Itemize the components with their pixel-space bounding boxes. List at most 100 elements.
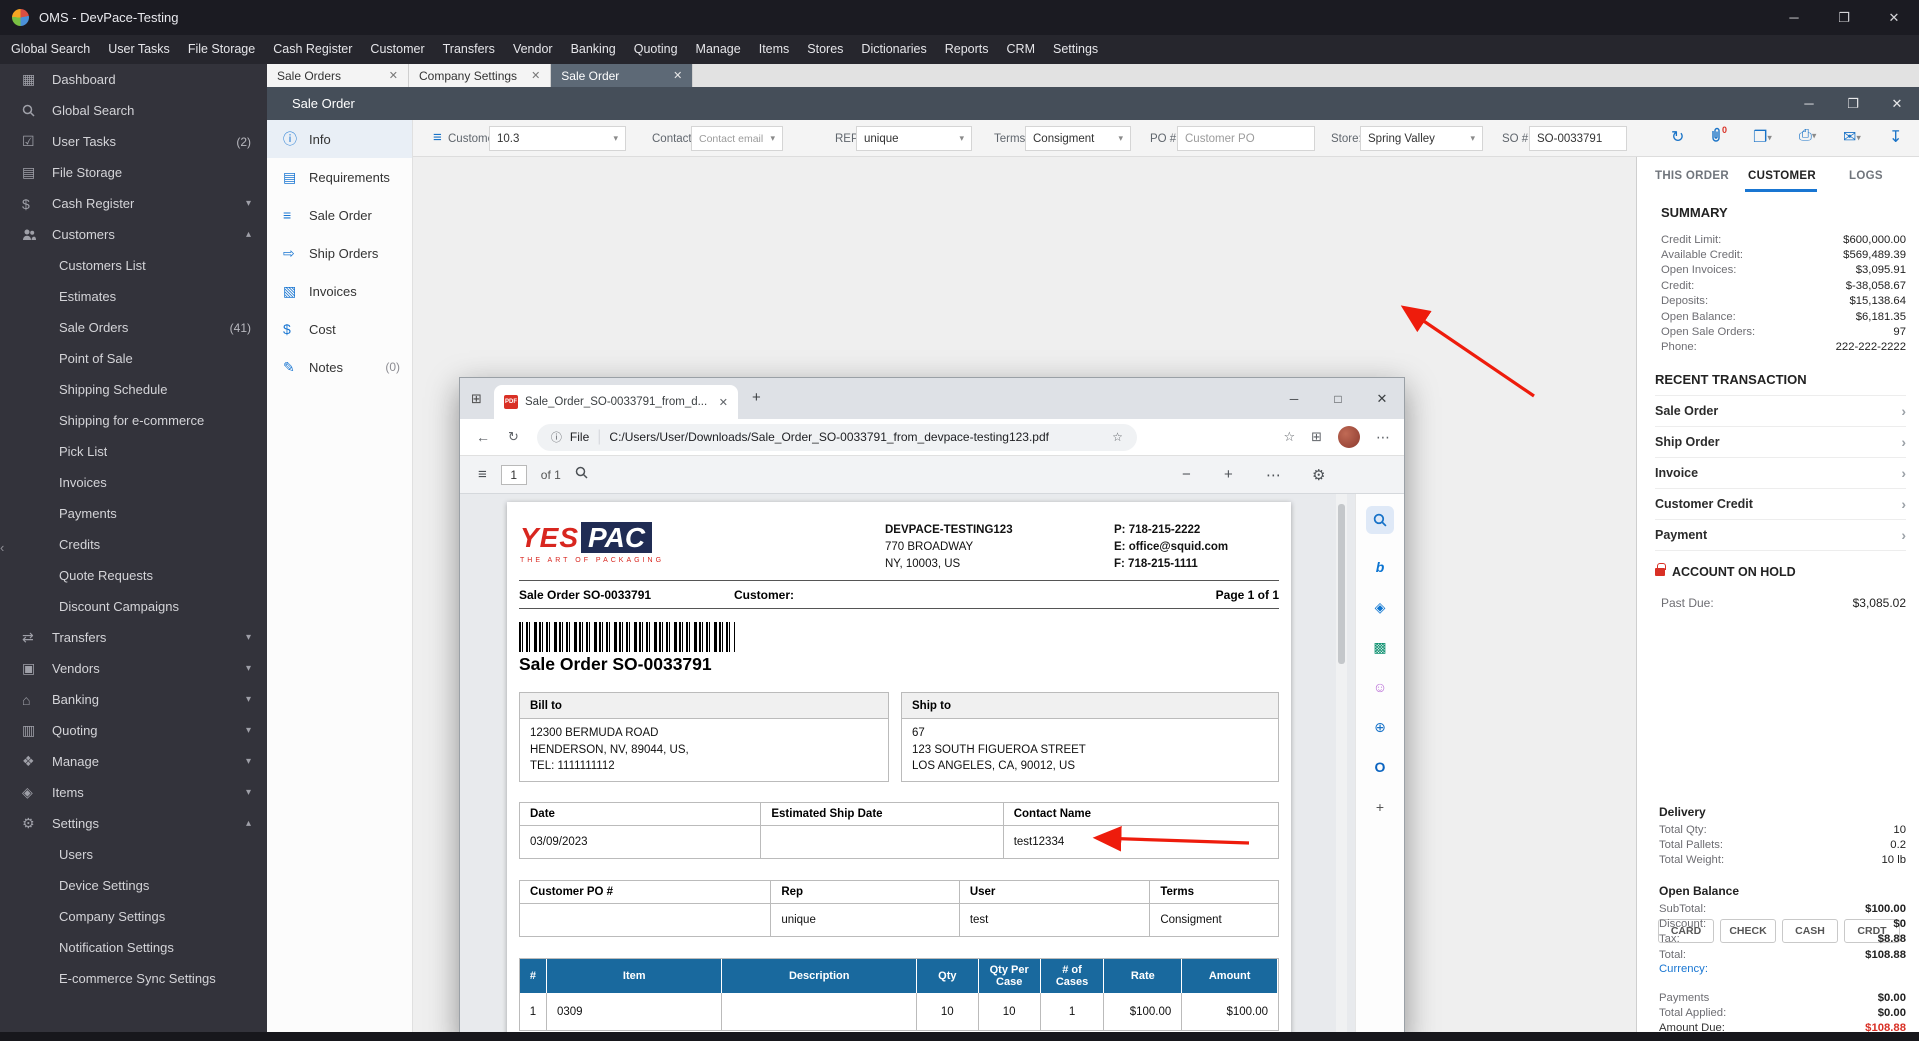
maximize-icon[interactable]: □	[1316, 378, 1360, 419]
contact-select[interactable]: Contact email ▾	[691, 126, 783, 151]
globe-icon[interactable]: ⊕	[1374, 720, 1386, 734]
sidebar-subitem[interactable]: Company Settings	[0, 901, 267, 932]
print-icon[interactable]: ⎙▾	[1799, 127, 1816, 145]
recent-transaction-row[interactable]: Payment ›	[1655, 520, 1906, 551]
nav-item-ship-orders[interactable]: ⇨ Ship Orders	[267, 234, 412, 272]
email-icon[interactable]: ✉▾	[1843, 127, 1861, 147]
so-number-input[interactable]: SO-0033791	[1529, 126, 1627, 151]
bing-icon[interactable]: b	[1376, 560, 1385, 574]
restore-icon[interactable]: ❐	[1831, 87, 1875, 120]
copy-icon[interactable]: ❐▾	[1753, 127, 1772, 147]
tab-sale-orders[interactable]: Sale Orders ✕	[267, 64, 409, 87]
menu-item[interactable]: Transfers	[434, 35, 504, 64]
recent-transaction-row[interactable]: Ship Order ›	[1655, 427, 1906, 458]
pdf-scrollbar-thumb[interactable]	[1338, 504, 1345, 664]
sidebar-item-cash-register[interactable]: $ Cash Register ▾	[0, 188, 267, 219]
recent-transaction-row[interactable]: Sale Order ›	[1655, 396, 1906, 427]
form-icon[interactable]: ≡	[433, 129, 442, 146]
favorites-icon[interactable]: ☆	[1283, 429, 1295, 445]
sidebar-item-file-storage[interactable]: ▤ File Storage	[0, 157, 267, 188]
rep-select[interactable]: unique ▾	[856, 126, 972, 151]
menu-item[interactable]: Customer	[361, 35, 433, 64]
terms-select[interactable]: Consigment ▾	[1025, 126, 1131, 151]
refresh-icon[interactable]: ↻	[508, 429, 519, 445]
store-select[interactable]: Spring Valley ▾	[1360, 126, 1483, 151]
tab-sale-order[interactable]: Sale Order ✕	[551, 64, 694, 87]
sidebar-item-vendors[interactable]: ▣ Vendors ▾	[0, 653, 267, 684]
page-info-icon[interactable]: ⓘ	[551, 429, 562, 445]
sidebar-subitem[interactable]: Shipping Schedule	[0, 374, 267, 405]
restore-icon[interactable]: ❐	[1819, 0, 1869, 35]
menu-item[interactable]: Reports	[936, 35, 998, 64]
sidebar-item-banking[interactable]: ⌂ Banking ▾	[0, 684, 267, 715]
sidebar-subitem[interactable]: Notification Settings	[0, 932, 267, 963]
close-icon[interactable]: ✕	[719, 396, 728, 409]
sidebar-subitem[interactable]: Pick List	[0, 436, 267, 467]
tab-logs[interactable]: LOGS	[1849, 170, 1883, 182]
customer-select[interactable]: 10.3 ▾	[489, 126, 626, 151]
sidebar-subitem[interactable]: Sale Orders (41)	[0, 312, 267, 343]
sidebar-item-quoting[interactable]: ▥ Quoting ▾	[0, 715, 267, 746]
more-options-icon[interactable]: ⋯	[1266, 466, 1281, 484]
sidebar-collapse-icon[interactable]: ‹	[0, 540, 4, 555]
sidebar-subitem[interactable]: Customers List	[0, 250, 267, 281]
menu-item[interactable]: Settings	[1044, 35, 1107, 64]
menu-item[interactable]: File Storage	[179, 35, 264, 64]
sidebar-subitem[interactable]: Invoices	[0, 467, 267, 498]
close-icon[interactable]: ✕	[1360, 378, 1404, 419]
sidebar-subitem[interactable]: Quote Requests	[0, 560, 267, 591]
menu-item[interactable]: User Tasks	[99, 35, 179, 64]
toc-icon[interactable]: ≡	[478, 466, 487, 483]
outlook-icon[interactable]: O	[1375, 760, 1386, 774]
zoom-out-icon[interactable]: −	[1182, 466, 1191, 483]
sidebar-item-global-search[interactable]: Global Search	[0, 95, 267, 126]
menu-item[interactable]: Stores	[798, 35, 852, 64]
recent-transaction-row[interactable]: Customer Credit ›	[1655, 489, 1906, 520]
tab-this-order[interactable]: THIS ORDER	[1655, 170, 1729, 182]
close-icon[interactable]: ✕	[673, 69, 682, 82]
add-icon[interactable]: +	[1376, 800, 1384, 814]
nav-item-sale-order[interactable]: ≡ Sale Order	[267, 196, 412, 234]
menu-item[interactable]: Dictionaries	[852, 35, 935, 64]
menu-item[interactable]: Quoting	[625, 35, 687, 64]
refresh-icon[interactable]: ↻	[1671, 127, 1684, 147]
recent-transaction-row[interactable]: Invoice ›	[1655, 458, 1906, 489]
sidebar-item-items[interactable]: ◈ Items ▾	[0, 777, 267, 808]
new-tab-icon[interactable]: +	[752, 389, 761, 406]
customer-po-input[interactable]: Customer PO	[1177, 126, 1315, 151]
export-icon[interactable]: ↧	[1889, 127, 1902, 147]
sidebar-subitem[interactable]: Payments	[0, 498, 267, 529]
close-icon[interactable]: ✕	[1875, 87, 1919, 120]
menu-item[interactable]: Global Search	[2, 35, 99, 64]
zoom-in-icon[interactable]: +	[1224, 466, 1233, 483]
browser-tab[interactable]: PDF Sale_Order_SO-0033791_from_d... ✕	[494, 385, 738, 419]
nav-item-requirements[interactable]: ▤ Requirements	[267, 158, 412, 196]
close-icon[interactable]: ✕	[1869, 0, 1919, 35]
minimize-icon[interactable]: ─	[1769, 0, 1819, 35]
sidebar-item-transfers[interactable]: ⇄ Transfers ▾	[0, 622, 267, 653]
minimize-icon[interactable]: ─	[1787, 87, 1831, 120]
nav-item-notes[interactable]: ✎ Notes (0)	[267, 348, 412, 386]
menu-item[interactable]: Items	[750, 35, 799, 64]
more-options-icon[interactable]: ⋯	[1376, 429, 1390, 446]
collections-icon[interactable]: ⊞	[1311, 429, 1322, 445]
menu-item[interactable]: CRM	[998, 35, 1044, 64]
nav-item-cost[interactable]: $ Cost	[267, 310, 412, 348]
nav-item-info[interactable]: ⓘ Info	[267, 120, 412, 158]
shopping-icon[interactable]: ▩	[1373, 640, 1386, 654]
menu-item[interactable]: Banking	[562, 35, 625, 64]
search-icon[interactable]	[575, 466, 588, 484]
sidebar-item-user-tasks[interactable]: ☑ User Tasks (2)	[0, 126, 267, 157]
sidebar-subitem[interactable]: Discount Campaigns	[0, 591, 267, 622]
menu-item[interactable]: Vendor	[504, 35, 562, 64]
tab-company-settings[interactable]: Company Settings ✕	[409, 64, 552, 87]
sidebar-subitem[interactable]: Credits	[0, 529, 267, 560]
attachment-icon[interactable]	[1709, 127, 1723, 148]
minimize-icon[interactable]: ─	[1272, 378, 1316, 419]
nav-item-invoices[interactable]: ▧ Invoices	[267, 272, 412, 310]
url-field[interactable]: ⓘ File | C:/Users/User/Downloads/Sale_Or…	[536, 423, 1137, 451]
sidebar-subitem[interactable]: Point of Sale	[0, 343, 267, 374]
sidebar-item-settings[interactable]: ⚙ Settings ▴	[0, 808, 267, 839]
page-number-input[interactable]: 1	[500, 464, 527, 485]
pdf-settings-icon[interactable]: ⚙	[1312, 466, 1325, 484]
